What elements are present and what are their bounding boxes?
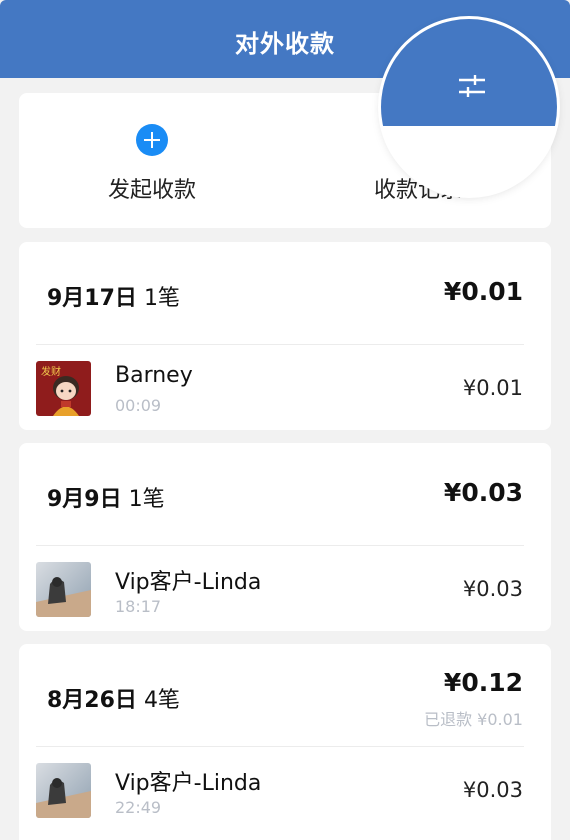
avatar [36, 763, 91, 818]
page-title: 对外收款 [235, 29, 335, 58]
transaction-time: 22:49 [115, 798, 162, 817]
transaction-row[interactable]: Vip客户-Linda 22:49 ¥0.03 [19, 748, 551, 832]
transaction-amount: ¥0.03 [462, 778, 523, 802]
avatar: 发财 [36, 361, 91, 416]
day-group-card: 9月17日 1笔 ¥0.01 发财 Barney 00:09 ¥0.01 [19, 242, 551, 430]
start-payment-button[interactable]: 发起收款 [19, 93, 285, 228]
day-date-text: 8月26日 [47, 688, 137, 713]
day-date-text: 9月9日 [47, 487, 122, 512]
start-payment-label: 发起收款 [107, 178, 196, 203]
app-screen: 对外收款 发起收款 收款记录 9月17日 1笔 ¥0.01 发财 Barney … [0, 0, 570, 840]
transaction-amount: ¥0.03 [462, 577, 523, 601]
payer-name: Barney [115, 363, 193, 388]
divider [36, 545, 524, 546]
day-group-header: 9月9日 1笔 ¥0.03 [19, 443, 551, 547]
transaction-row[interactable]: 发财 Barney 00:09 ¥0.01 [19, 346, 551, 430]
day-total: ¥0.12 [443, 668, 523, 697]
plus-icon [136, 124, 168, 156]
day-date: 8月26日 4笔 [47, 682, 180, 714]
sliders-icon [459, 75, 485, 97]
refund-note: 已退款 ¥0.01 [424, 710, 523, 729]
transaction-row[interactable]: Vip客户-Linda 18:17 ¥0.03 [19, 547, 551, 631]
day-group-header: 8月26日 4笔 ¥0.12 已退款 ¥0.01 [19, 644, 551, 748]
day-total: ¥0.01 [443, 277, 523, 306]
day-count: 1笔 [143, 286, 180, 311]
transaction-amount: ¥0.01 [462, 376, 523, 400]
filter-button[interactable] [381, 19, 557, 195]
payer-name: Vip客户-Linda [115, 570, 262, 595]
day-count: 1笔 [128, 487, 165, 512]
transaction-time: 00:09 [115, 396, 162, 415]
day-count: 4笔 [143, 688, 180, 713]
payer-name: Vip客户-Linda [115, 771, 262, 796]
day-date: 9月17日 1笔 [47, 280, 180, 312]
avatar [36, 562, 91, 617]
day-group-card: 9月9日 1笔 ¥0.03 Vip客户-Linda 18:17 ¥0.03 [19, 443, 551, 631]
svg-text:发财: 发财 [41, 365, 61, 378]
day-group-header: 9月17日 1笔 ¥0.01 [19, 242, 551, 346]
day-total: ¥0.03 [443, 478, 523, 507]
transaction-time: 18:17 [115, 597, 162, 616]
day-date-text: 9月17日 [47, 286, 137, 311]
divider [36, 344, 524, 345]
divider [36, 746, 524, 747]
day-date: 9月9日 1笔 [47, 481, 165, 513]
day-group-card: 8月26日 4笔 ¥0.12 已退款 ¥0.01 Vip客户-Linda 22:… [19, 644, 551, 840]
